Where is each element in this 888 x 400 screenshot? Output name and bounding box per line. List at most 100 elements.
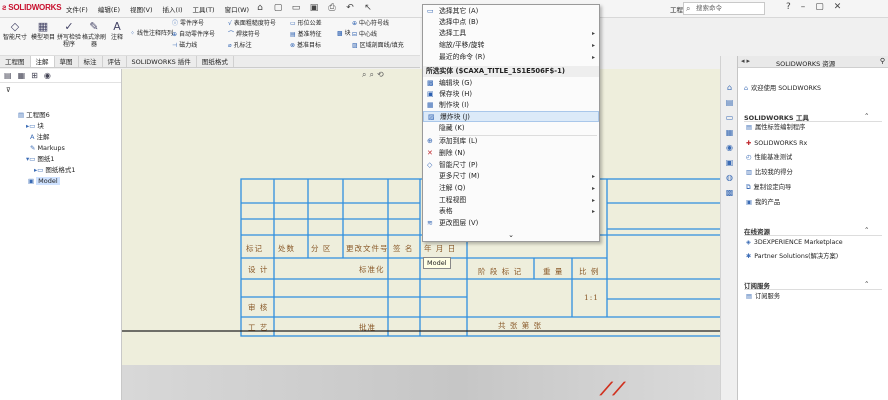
note-button[interactable]: A 注释 [104, 20, 130, 41]
link-compare-score[interactable]: ▥ 比较我的得分 [746, 168, 793, 177]
menu-add-to-library[interactable]: ⊕ 添加到库 (L) [423, 136, 599, 147]
appearance-tab-icon[interactable]: ◉ [44, 71, 51, 80]
minimize-icon[interactable]: – [801, 2, 806, 12]
link-partner-solutions[interactable]: ✱ Partner Solutions(解决方案) [746, 252, 838, 261]
hole-callout-button[interactable]: ⌀ 孔标注 [228, 42, 252, 50]
centerline-button[interactable]: ⊟ 中心线 [352, 31, 377, 39]
help-icon[interactable]: ? [786, 2, 791, 12]
new-file-icon[interactable]: ▢ [272, 2, 284, 14]
link-performance-benchmark[interactable]: ◴ 性能基准测试 [746, 153, 792, 162]
smart-dimension-button[interactable]: ◇ 智能尺寸 [2, 20, 28, 41]
spell-check-button[interactable]: ✓ 拼写检验程序 [56, 20, 82, 48]
open-folder-icon[interactable]: ▭ [290, 2, 302, 14]
menu-annotations[interactable]: 注解 (Q) ▸ [423, 183, 599, 194]
solidworks-forum-tab-icon[interactable]: ◍ [724, 172, 735, 183]
link-subscription-services[interactable]: ▤ 订阅服务 [746, 292, 780, 301]
menu-recent-commands[interactable]: 最近的命令 (R) ▸ [423, 52, 599, 63]
menu-delete[interactable]: ✕ 删除 (N) [423, 148, 599, 159]
menu-window[interactable]: 窗口(W) [225, 4, 250, 14]
linear-pattern-button[interactable]: ⁘ 线性注释阵列 [130, 30, 173, 38]
menu-tables[interactable]: 表格 ▸ [423, 206, 599, 217]
solidworks-resources-tab-icon[interactable]: ⌂ [724, 82, 735, 93]
task-pane-nav-icon[interactable]: ◂▸ [741, 57, 752, 65]
add-in-tab-icon[interactable]: ▩ [724, 187, 735, 198]
tree-item-drawing[interactable]: ▤ 工程图6 [18, 111, 50, 120]
menu-explode-block[interactable]: ▨ 爆炸块 (J) [423, 111, 599, 122]
section-divider [744, 289, 882, 290]
menu-view[interactable]: 视图(V) [130, 4, 153, 14]
model-items-button[interactable]: ▦ 模型项目 [30, 20, 56, 41]
link-property-tab-builder[interactable]: ▤ 属性标签编制程序 [746, 123, 805, 132]
link-copy-settings-wizard[interactable]: ⧉ 复制设定向导 [746, 183, 791, 192]
link-my-products[interactable]: ▣ 我的产品 [746, 198, 780, 207]
menu-hide[interactable]: 隐藏 (K) [423, 123, 599, 134]
close-icon[interactable]: ✕ [834, 2, 842, 12]
print-icon[interactable]: ⎙ [326, 2, 338, 14]
menu-drawing-views[interactable]: 工程视图 ▸ [423, 195, 599, 206]
menu-more-dimensions[interactable]: 更多尺寸 (M) ▸ [423, 171, 599, 182]
menu-tools[interactable]: 工具(T) [193, 4, 215, 14]
menu-insert[interactable]: 插入(I) [163, 4, 183, 14]
custom-properties-tab-icon[interactable]: ▣ [724, 157, 735, 168]
center-mark-button[interactable]: ⊕ 中心符号线 [352, 20, 389, 28]
property-tab-icon[interactable]: ▦ [18, 71, 26, 80]
home-icon[interactable]: ⌂ [254, 2, 266, 14]
file-explorer-tab-icon[interactable]: ▭ [724, 112, 735, 123]
search-commands-input[interactable]: ⌕ 搜索命令 [683, 2, 765, 15]
appearances-tab-icon[interactable]: ◉ [724, 142, 735, 153]
area-hatch-button[interactable]: ▨ 区域剖面线/填充 [352, 42, 404, 50]
link-3dexperience-marketplace[interactable]: ◈ 3DEXPERIENCE Marketplace [746, 238, 843, 247]
balloon-button[interactable]: ⓘ 零件序号 [172, 20, 204, 28]
tree-item-model[interactable]: ▣ Model [28, 177, 60, 186]
view-palette-tab-icon[interactable]: ▦ [724, 127, 735, 138]
menu-expand-more[interactable]: ⌄ [423, 231, 599, 239]
tree-item-markups[interactable]: ✎ Markups [30, 144, 65, 153]
tab-sheet-format[interactable]: 图纸格式 [197, 56, 234, 67]
menu-edit-block[interactable]: ▩ 编辑块 (G) [423, 78, 599, 89]
datum-target-button[interactable]: ⊗ 基准目标 [290, 42, 321, 50]
link-solidworks-rx[interactable]: ✚ SOLIDWORKS Rx [746, 139, 807, 148]
filter-icon[interactable]: ⊽ [6, 86, 11, 95]
block-button[interactable]: ▩ 块 [337, 30, 351, 38]
tab-annotation[interactable]: 注解 [30, 56, 55, 67]
config-tab-icon[interactable]: ⊞ [31, 71, 38, 80]
menu-zoom-pan-rotate[interactable]: 缩放/平移/旋转 ▸ [423, 40, 599, 51]
weld-symbol-button[interactable]: ⌒ 焊接符号 [228, 31, 260, 39]
tab-evaluate[interactable]: 评估 [103, 56, 127, 67]
tree-item-blocks[interactable]: ▸▭ 块 [26, 122, 44, 131]
tab-sketch[interactable]: 草图 [55, 56, 79, 67]
select-cursor-icon[interactable]: ↖ [362, 2, 374, 14]
gtol-button[interactable]: ▭ 形位公差 [290, 20, 322, 28]
design-library-tab-icon[interactable]: ▤ [724, 97, 735, 108]
menu-select-midpoint[interactable]: 选择中点 (B) [423, 17, 599, 28]
maximize-icon[interactable]: ▢ [815, 2, 824, 12]
title-cell-sign: 签 名 [393, 244, 414, 253]
tree-item-sheet-format1[interactable]: ▸▭ 图纸格式1 [34, 166, 76, 175]
note-icon: A [113, 20, 121, 33]
menu-smart-dimension[interactable]: ◇ 智能尺寸 (P) [423, 160, 599, 171]
tree-item-sheet1[interactable]: ▾▭ 图纸1 [26, 155, 55, 164]
auto-balloon-button[interactable]: ⊕ 自动零件序号 [172, 31, 215, 39]
menu-selection-tools[interactable]: 选择工具 ▸ [423, 28, 599, 39]
tab-markup[interactable]: 标注 [79, 56, 103, 67]
menu-select-other[interactable]: ▭ 选择其它 (A) [423, 6, 599, 17]
welcome-link[interactable]: ⌂ 欢迎使用 SOLIDWORKS [744, 84, 821, 93]
menu-change-layer[interactable]: ≋ 更改图层 (V) [423, 218, 599, 229]
pin-icon[interactable]: ⚲ [880, 57, 885, 65]
feature-tree-tab-icon[interactable]: ▤ [4, 71, 12, 80]
tree-item-annotations[interactable]: A 注解 [30, 133, 49, 142]
auto-balloon-icon: ⊕ [172, 31, 178, 38]
menu-save-block[interactable]: ▣ 保存块 (H) [423, 89, 599, 100]
datum-feature-button[interactable]: ▤ 基准特征 [290, 31, 322, 39]
surface-finish-button[interactable]: √ 表面粗糙度符号 [228, 20, 276, 28]
undo-icon[interactable]: ↶ [344, 2, 356, 14]
magnetic-line-button[interactable]: ⊣ 磁力线 [172, 42, 197, 50]
tab-addins[interactable]: SOLIDWORKS 插件 [127, 56, 197, 67]
menu-edit[interactable]: 编辑(E) [98, 4, 120, 14]
make-block-icon: ▦ [427, 101, 434, 109]
menu-file[interactable]: 文件(F) [66, 4, 88, 14]
menu-make-block[interactable]: ▦ 制作块 (I) [423, 100, 599, 111]
title-cell-process: 工 艺 [248, 323, 269, 332]
save-icon[interactable]: ▣ [308, 2, 320, 14]
tab-drawing[interactable]: 工程图 [0, 56, 31, 67]
